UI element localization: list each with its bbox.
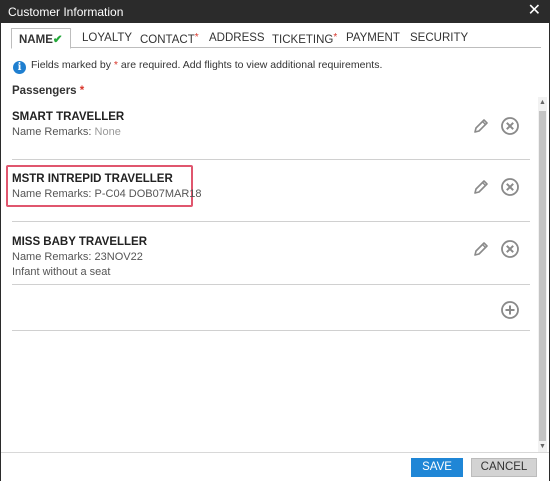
close-icon[interactable]: ✕ bbox=[528, 2, 541, 20]
tab-ticketing-label: TICKETING bbox=[272, 34, 334, 46]
passengers-title: Passengers bbox=[12, 85, 77, 97]
vertical-scrollbar[interactable]: ▲ ▼ bbox=[538, 97, 547, 452]
passenger-name: MISS BABY TRAVELLER bbox=[12, 236, 148, 248]
cancel-button[interactable]: CANCEL bbox=[471, 458, 537, 477]
remove-circle-icon[interactable] bbox=[500, 177, 520, 197]
tab-security[interactable]: SECURITY bbox=[410, 28, 468, 48]
info-text-after: are required. Add flights to view additi… bbox=[117, 59, 383, 71]
required-marker: * bbox=[333, 32, 338, 43]
passenger-extra-note: Infant without a seat bbox=[12, 266, 111, 278]
pencil-icon[interactable] bbox=[471, 239, 491, 259]
tab-payment[interactable]: PAYMENT bbox=[346, 28, 400, 48]
row-divider bbox=[12, 330, 530, 331]
scroll-up-icon[interactable]: ▲ bbox=[539, 99, 546, 106]
dialog-title: Customer Information bbox=[8, 5, 124, 19]
tab-address-label: ADDRESS bbox=[209, 32, 265, 44]
remarks-value: P-C04 DOB07MAR18 bbox=[94, 188, 202, 200]
passenger-item: SMART TRAVELLER Name Remarks: None bbox=[12, 111, 530, 138]
tab-payment-label: PAYMENT bbox=[346, 32, 400, 44]
pencil-icon[interactable] bbox=[471, 177, 491, 197]
tab-security-label: SECURITY bbox=[410, 32, 469, 44]
tab-bar: NAME✔ LOYALTY CONTACT* ADDRESS TICKETING… bbox=[11, 28, 541, 49]
scroll-down-icon[interactable]: ▼ bbox=[539, 443, 546, 450]
info-message: i Fields marked by * are required. Add fl… bbox=[13, 59, 382, 74]
required-marker: * bbox=[194, 32, 199, 43]
tab-loyalty[interactable]: LOYALTY bbox=[82, 28, 132, 48]
title-bar: Customer Information ✕ bbox=[1, 1, 549, 23]
info-icon: i bbox=[13, 61, 26, 74]
row-divider bbox=[12, 221, 530, 222]
customer-information-dialog: Customer Information ✕ NAME✔ LOYALTY CON… bbox=[0, 0, 550, 481]
add-circle-icon[interactable] bbox=[500, 300, 520, 320]
remarks-label: Name Remarks: bbox=[12, 188, 95, 200]
check-icon: ✔ bbox=[52, 34, 63, 46]
remove-circle-icon[interactable] bbox=[500, 239, 520, 259]
name-remarks: Name Remarks: P-C04 DOB07MAR18 bbox=[12, 188, 530, 200]
remarks-value: 23NOV22 bbox=[94, 251, 143, 263]
scrollbar-thumb[interactable] bbox=[539, 111, 546, 441]
tab-contact[interactable]: CONTACT* bbox=[140, 28, 199, 48]
row-divider bbox=[12, 284, 530, 285]
remarks-label: Name Remarks: bbox=[12, 251, 95, 263]
info-text-before: Fields marked by bbox=[31, 59, 114, 71]
required-star: * bbox=[79, 85, 85, 97]
tab-ticketing[interactable]: TICKETING* bbox=[272, 28, 337, 48]
tab-address[interactable]: ADDRESS bbox=[209, 28, 265, 48]
pencil-icon[interactable] bbox=[471, 116, 491, 136]
remove-circle-icon[interactable] bbox=[500, 116, 520, 136]
dialog-footer: SAVE CANCEL bbox=[1, 452, 549, 481]
passenger-name: SMART TRAVELLER bbox=[12, 111, 125, 123]
tab-name[interactable]: NAME✔ bbox=[11, 28, 71, 49]
tab-contact-label: CONTACT bbox=[140, 34, 195, 46]
save-button[interactable]: SAVE bbox=[411, 458, 463, 477]
tab-loyalty-label: LOYALTY bbox=[82, 32, 133, 44]
passenger-item: MISS BABY TRAVELLER Name Remarks: 23NOV2… bbox=[12, 236, 530, 278]
row-divider bbox=[12, 159, 530, 160]
name-remarks: Name Remarks: 23NOV22 bbox=[12, 251, 530, 263]
passenger-name: MSTR INTREPID TRAVELLER bbox=[12, 173, 173, 185]
remarks-label: Name Remarks: bbox=[12, 126, 95, 138]
passenger-item: MSTR INTREPID TRAVELLER Name Remarks: P-… bbox=[12, 173, 530, 200]
remarks-value: None bbox=[94, 126, 121, 138]
passengers-heading: Passengers * bbox=[12, 85, 84, 97]
name-remarks: Name Remarks: None bbox=[12, 126, 530, 138]
tab-name-label: NAME bbox=[19, 34, 53, 46]
